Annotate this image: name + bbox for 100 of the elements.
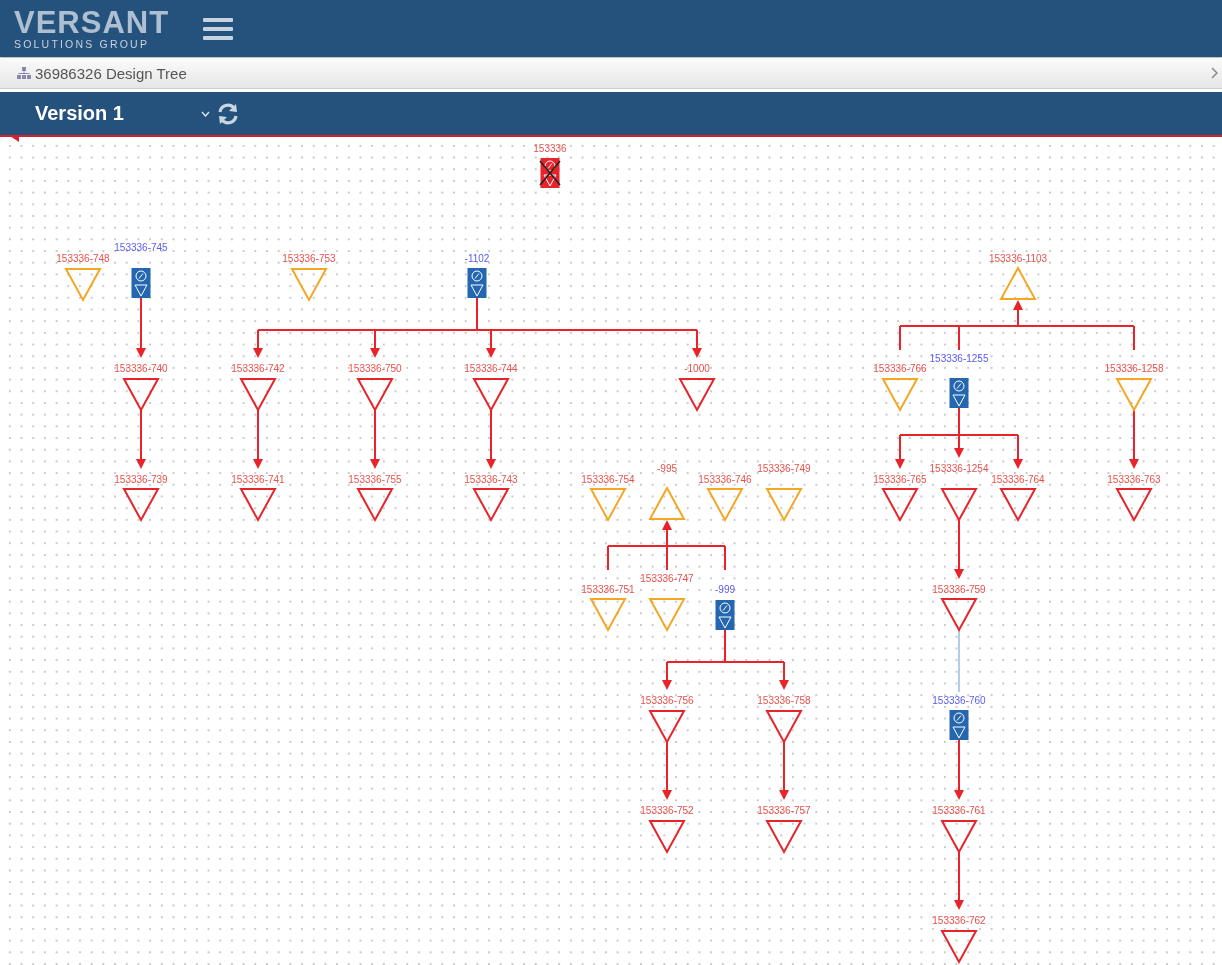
node-label: 153336-751 xyxy=(581,584,635,595)
chevron-right-icon[interactable] xyxy=(1211,67,1218,79)
down-triangle-node[interactable] xyxy=(999,488,1037,523)
node-label: 153336-747 xyxy=(640,573,694,584)
connector-arrow xyxy=(370,409,380,469)
down-triangle-node[interactable] xyxy=(706,488,744,523)
connector-arrow xyxy=(486,329,496,358)
node-label: 153336-756 xyxy=(640,695,694,706)
down-triangle-node[interactable] xyxy=(356,378,394,413)
down-triangle-node[interactable] xyxy=(472,488,510,523)
down-triangle-node[interactable] xyxy=(1115,378,1153,413)
version-selector[interactable]: Version 1 xyxy=(35,102,195,125)
node-label: 153336-742 xyxy=(231,363,285,374)
down-triangle-node[interactable] xyxy=(356,488,394,523)
node-label: 153336-741 xyxy=(231,474,285,485)
hierarchy-icon xyxy=(17,67,31,79)
node-label: -999 xyxy=(715,584,735,595)
down-triangle-node[interactable] xyxy=(589,488,627,523)
connector-arrow xyxy=(1013,434,1023,469)
assembly-node[interactable] xyxy=(949,710,969,740)
down-triangle-node[interactable] xyxy=(122,488,160,523)
connector-arrow xyxy=(370,329,380,358)
node-label: 153336-758 xyxy=(757,695,811,706)
down-triangle-node[interactable] xyxy=(648,820,686,855)
connector-arrow xyxy=(1129,409,1139,469)
connector-arrow xyxy=(954,739,964,800)
refresh-icon[interactable] xyxy=(216,102,240,125)
chevron-down-icon[interactable] xyxy=(201,110,210,117)
assembly-node[interactable] xyxy=(467,268,487,298)
connector-arrow xyxy=(954,519,964,579)
connector-arrow xyxy=(253,329,263,358)
node-label: 153336-764 xyxy=(991,474,1045,485)
down-triangle-node[interactable] xyxy=(648,598,686,633)
assembly-node[interactable] xyxy=(131,268,151,298)
connector-arrow xyxy=(895,434,905,469)
connector-arrow xyxy=(692,329,702,358)
connector-arrow xyxy=(486,409,496,469)
down-triangle-node[interactable] xyxy=(239,488,277,523)
down-triangle-node[interactable] xyxy=(239,378,277,413)
down-triangle-node[interactable] xyxy=(881,378,919,413)
up-triangle-node[interactable] xyxy=(999,265,1037,300)
node-label: 153336-759 xyxy=(932,584,986,595)
connector-arrow xyxy=(954,851,964,910)
down-triangle-node[interactable] xyxy=(940,598,978,633)
down-triangle-node[interactable] xyxy=(940,488,978,523)
menu-icon[interactable] xyxy=(203,17,234,40)
node-label: -1102 xyxy=(464,253,490,264)
node-label: 153336-765 xyxy=(873,474,927,485)
crossed-assembly-node[interactable] xyxy=(539,158,561,188)
connector-arrow xyxy=(662,661,672,690)
logo-tagline: SOLUTIONS GROUP xyxy=(14,39,151,50)
connector-arrow xyxy=(136,409,146,469)
node-label: 153336-766 xyxy=(873,363,927,374)
connector-arrow xyxy=(662,520,672,547)
node-label: 153336-1258 xyxy=(1104,363,1164,374)
node-label: 153336-757 xyxy=(757,805,811,816)
assembly-node[interactable] xyxy=(715,600,735,630)
down-triangle-node[interactable] xyxy=(122,378,160,413)
down-triangle-node[interactable] xyxy=(589,598,627,633)
node-label: 153336-1103 xyxy=(988,253,1048,264)
node-label: 153336-744 xyxy=(464,363,518,374)
down-triangle-node[interactable] xyxy=(940,930,978,965)
node-label: 153336-763 xyxy=(1107,474,1161,485)
node-label: 153336-753 xyxy=(282,253,336,264)
connector-arrow xyxy=(1013,300,1023,327)
node-label: 153336-746 xyxy=(698,474,752,485)
node-label: 153336-752 xyxy=(640,805,694,816)
connector-arrow xyxy=(954,434,964,458)
logo-wordmark: VERSANT xyxy=(14,7,170,39)
down-triangle-node[interactable] xyxy=(472,378,510,413)
assembly-node[interactable] xyxy=(949,378,969,408)
node-label: 153336-760 xyxy=(932,695,986,706)
connector-arrow xyxy=(779,741,789,800)
down-triangle-node[interactable] xyxy=(765,488,803,523)
down-triangle-node[interactable] xyxy=(290,268,328,303)
down-triangle-node[interactable] xyxy=(648,710,686,745)
node-label: 153336-740 xyxy=(114,363,168,374)
node-label: 153336-750 xyxy=(348,363,402,374)
node-label: 153336-749 xyxy=(757,463,811,474)
node-label: -1000 xyxy=(684,363,710,374)
node-label: 153336 xyxy=(533,143,567,154)
down-triangle-node[interactable] xyxy=(765,820,803,855)
node-label: 153336-745 xyxy=(114,242,168,253)
down-triangle-node[interactable] xyxy=(678,378,716,413)
node-label: 153336-1254 xyxy=(929,463,989,474)
connector-arrow xyxy=(662,741,672,800)
down-triangle-node[interactable] xyxy=(881,488,919,523)
node-label: 153336-762 xyxy=(932,915,986,926)
node-label: 153336-748 xyxy=(56,253,110,264)
down-triangle-node[interactable] xyxy=(64,268,102,303)
node-label: 153336-754 xyxy=(581,474,635,485)
down-triangle-node[interactable] xyxy=(940,820,978,855)
node-label: 153336-755 xyxy=(348,474,402,485)
connector-arrow xyxy=(779,661,789,690)
up-triangle-node[interactable] xyxy=(648,485,686,520)
node-label: 153336-761 xyxy=(932,805,986,816)
node-label: 153336-739 xyxy=(114,474,168,485)
down-triangle-node[interactable] xyxy=(1115,488,1153,523)
page-title: 36986326 Design Tree xyxy=(35,64,188,82)
down-triangle-node[interactable] xyxy=(765,710,803,745)
